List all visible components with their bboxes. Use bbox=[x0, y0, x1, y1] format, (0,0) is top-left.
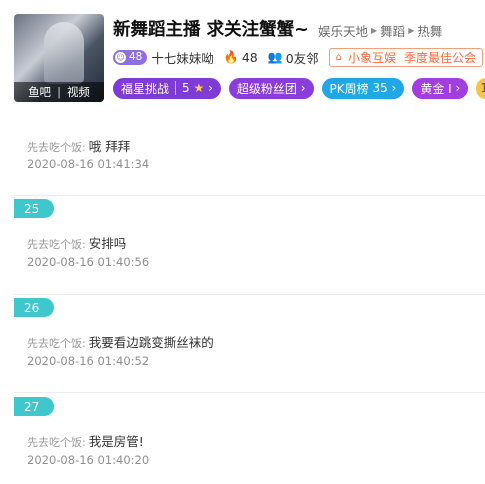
fan-club-label: 超级粉丝团 bbox=[236, 81, 297, 96]
gold-rank-label: 黄金 I bbox=[420, 81, 452, 96]
message-time: 2020-08-16 01:40:20 bbox=[27, 453, 150, 467]
pk-weekly-rank: 35 › bbox=[372, 81, 397, 95]
divider bbox=[14, 294, 485, 295]
video-link[interactable]: 视频 bbox=[67, 84, 90, 100]
chevron-right-icon: › bbox=[296, 81, 306, 95]
message-text: 先去吃个饭: 我要看边跳变撕丝袜的 bbox=[27, 332, 214, 351]
room-header: 鱼吧 | 视频 新舞蹈主播 求关注蟹蟹~ 娱乐天地 ▶ 舞蹈 ▶ 热舞 ☺ 48… bbox=[0, 0, 485, 104]
badge-row: 福星挑战 5 ★ › 超级粉丝团 › PK周榜 35 › 黄金 I › 1 bbox=[113, 77, 485, 99]
level-badge: ☺ 48 bbox=[113, 49, 148, 65]
chevron-right-icon: › bbox=[451, 81, 461, 95]
guild-tag[interactable]: ⌂ 小象互娱 季度最佳公会 bbox=[328, 47, 484, 67]
caret-right-icon: ▶ bbox=[408, 26, 415, 35]
message-content: 我是房管! bbox=[88, 434, 144, 449]
friends-count[interactable]: 0友邻 bbox=[286, 48, 319, 67]
breadcrumb-item[interactable]: 娱乐天地 bbox=[318, 21, 368, 40]
room-title: 新舞蹈主播 求关注蟹蟹~ bbox=[113, 20, 309, 40]
thumbnail-links: 鱼吧 | 视频 bbox=[14, 82, 104, 102]
smile-icon: ☺ bbox=[115, 51, 126, 63]
fire-icon: 🔥 bbox=[223, 50, 239, 64]
hot-value: 48 bbox=[241, 49, 258, 65]
anchor-info-row: ☺ 48 十七妹妹呦 🔥 48 👥 0友邻 ⌂ 小象互娱 季度最佳公会 bbox=[113, 47, 484, 67]
message-text: 先去吃个饭: 哦 拜拜 bbox=[27, 136, 130, 155]
star-challenge-label: 福星挑战 bbox=[121, 81, 170, 96]
owner-name[interactable]: 十七妹妹呦 bbox=[151, 48, 214, 67]
pk-weekly-badge[interactable]: PK周榜 35 › bbox=[321, 77, 405, 99]
message-content: 哦 拜拜 bbox=[88, 139, 131, 154]
message-author: 先去吃个饭: bbox=[27, 141, 86, 154]
extra-badge[interactable]: 1 bbox=[476, 77, 485, 99]
fan-club-badge[interactable]: 超级粉丝团 › bbox=[228, 77, 314, 99]
message-text: 先去吃个饭: 安排吗 bbox=[27, 233, 126, 252]
link-separator: | bbox=[57, 85, 61, 99]
divider bbox=[14, 392, 485, 393]
breadcrumb-item[interactable]: 热舞 bbox=[417, 21, 442, 40]
message-author: 先去吃个饭: bbox=[27, 238, 86, 251]
message-time: 2020-08-16 01:40:52 bbox=[27, 354, 150, 368]
message-author: 先去吃个饭: bbox=[27, 337, 86, 350]
fishbar-link[interactable]: 鱼吧 bbox=[28, 84, 51, 100]
thumbnail-image bbox=[44, 22, 84, 84]
gold-rank-badge[interactable]: 黄金 I › bbox=[412, 77, 469, 99]
message-time: 2020-08-16 01:40:56 bbox=[27, 255, 150, 269]
level-value: 48 bbox=[129, 51, 143, 63]
floor-number: 26 bbox=[14, 298, 54, 317]
breadcrumb: 娱乐天地 ▶ 舞蹈 ▶ 热舞 bbox=[318, 21, 442, 40]
home-icon: ⌂ bbox=[335, 51, 343, 63]
star-challenge-count: 5 ★ › bbox=[175, 81, 213, 95]
floor-number: 25 bbox=[14, 199, 54, 218]
message-text: 先去吃个饭: 我是房管! bbox=[27, 431, 144, 450]
pk-weekly-label: PK周榜 bbox=[329, 81, 369, 96]
extra-badge-label: 1 bbox=[480, 81, 485, 95]
star-challenge-badge[interactable]: 福星挑战 5 ★ › bbox=[113, 77, 221, 99]
anchor-thumbnail[interactable]: 鱼吧 | 视频 bbox=[14, 14, 104, 102]
caret-right-icon: ▶ bbox=[371, 26, 378, 35]
floor-number: 27 bbox=[14, 397, 54, 416]
guild-name: 小象互娱 bbox=[348, 50, 397, 65]
star-icon: ★ bbox=[193, 81, 205, 95]
breadcrumb-item[interactable]: 舞蹈 bbox=[380, 21, 405, 40]
message-content: 我要看边跳变撕丝袜的 bbox=[88, 335, 214, 350]
message-content: 安排吗 bbox=[88, 236, 127, 251]
message-author: 先去吃个饭: bbox=[27, 436, 86, 449]
message-time: 2020-08-16 01:41:34 bbox=[27, 157, 150, 171]
divider bbox=[14, 195, 485, 196]
people-icon: 👥 bbox=[267, 50, 283, 64]
guild-award: 季度最佳公会 bbox=[404, 50, 477, 65]
